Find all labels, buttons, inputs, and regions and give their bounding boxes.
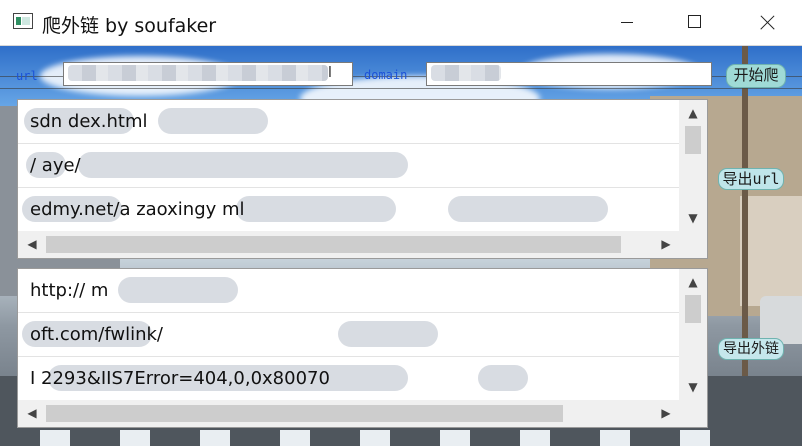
- maximize-icon[interactable]: [672, 0, 718, 45]
- list-item[interactable]: edmy.net/a zaoxingy ml: [18, 188, 680, 231]
- external-link-list[interactable]: http:// m oft.com/fwlink/ I 2293&IIS7Err…: [17, 268, 708, 428]
- scroll-down-icon[interactable]: ▼: [679, 376, 707, 398]
- url-label: url: [16, 69, 38, 83]
- window-title: 爬外链 by soufaker: [42, 15, 217, 37]
- list-item-text: edmy.net/a zaoxingy ml: [30, 199, 245, 220]
- scrollbar-corner: [679, 231, 707, 258]
- scroll-thumb[interactable]: [685, 126, 701, 154]
- scroll-left-icon[interactable]: ◀: [20, 231, 44, 258]
- scroll-up-icon[interactable]: ▲: [679, 271, 707, 293]
- scrollbar-corner: [679, 400, 707, 427]
- list-item[interactable]: I 2293&IIS7Error=404,0,0x80070: [18, 357, 680, 400]
- url-input[interactable]: l: [63, 62, 353, 86]
- scroll-right-icon[interactable]: ▶: [654, 400, 678, 427]
- scroll-right-icon[interactable]: ▶: [654, 231, 678, 258]
- app-window: 爬外链 by soufaker url l domain 开始爬 导出url 导…: [0, 0, 802, 446]
- export-url-button[interactable]: 导出url: [718, 168, 784, 190]
- vertical-scrollbar[interactable]: ▲ ▼: [679, 269, 707, 400]
- list-item[interactable]: http:// m: [18, 269, 680, 313]
- start-crawl-button[interactable]: 开始爬: [726, 64, 786, 88]
- scroll-left-icon[interactable]: ◀: [20, 400, 44, 427]
- scroll-thumb[interactable]: [685, 295, 701, 323]
- scroll-thumb[interactable]: [46, 236, 621, 253]
- list-item-text: oft.com/fwlink/: [30, 324, 163, 345]
- horizontal-scrollbar[interactable]: ◀ ▶: [18, 400, 680, 427]
- scroll-down-icon[interactable]: ▼: [679, 207, 707, 229]
- url-input-value: l: [328, 65, 332, 81]
- export-external-links-button[interactable]: 导出外链: [718, 338, 784, 360]
- title-bar[interactable]: 爬外链 by soufaker: [0, 0, 802, 46]
- domain-label: domain: [364, 68, 408, 82]
- list-item-text: / aye/: [30, 155, 81, 176]
- list-item[interactable]: sdn dex.html: [18, 100, 680, 144]
- list-item-text: sdn dex.html: [30, 111, 148, 132]
- redacted-text: [68, 65, 328, 81]
- scroll-thumb[interactable]: [46, 405, 563, 422]
- vertical-scrollbar[interactable]: ▲ ▼: [679, 100, 707, 231]
- minimize-icon[interactable]: [604, 0, 650, 45]
- scroll-up-icon[interactable]: ▲: [679, 102, 707, 124]
- url-list[interactable]: sdn dex.html / aye/ edmy.net/a zaoxingy: [17, 99, 708, 259]
- horizontal-scrollbar[interactable]: ◀ ▶: [18, 231, 680, 258]
- list-item-text: I 2293&IIS7Error=404,0,0x80070: [30, 368, 330, 389]
- app-window-icon: [13, 13, 33, 29]
- domain-input[interactable]: [426, 62, 712, 86]
- close-icon[interactable]: [744, 0, 790, 45]
- list-item-text: http:// m: [30, 280, 109, 301]
- list-item[interactable]: oft.com/fwlink/: [18, 313, 680, 357]
- list-item[interactable]: / aye/: [18, 144, 680, 188]
- redacted-text: [431, 65, 501, 81]
